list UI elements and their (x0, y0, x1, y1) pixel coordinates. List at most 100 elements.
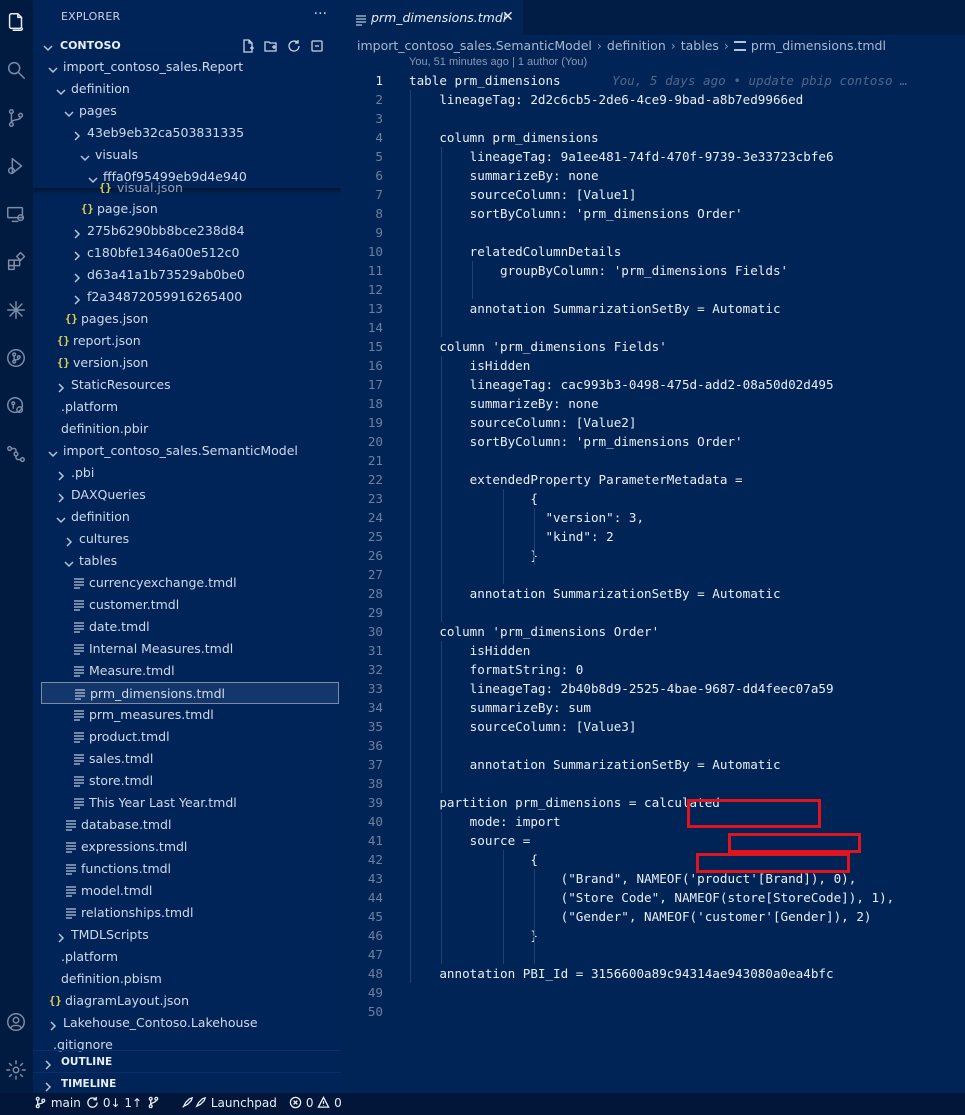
tree-folder-cultures[interactable]: cultures (33, 528, 341, 550)
tree-folder-lakehouse-contoso-lakehouse[interactable]: Lakehouse_Contoso.Lakehouse (33, 1012, 341, 1034)
tree-file-store-tmdl[interactable]: store.tmdl (33, 770, 341, 792)
tree-folder-import-contoso-sales-semanticmodel[interactable]: import_contoso_sales.SemanticModel (33, 440, 341, 462)
more-actions-icon[interactable]: ··· (314, 6, 327, 22)
tree-folder-fffa0f95499eb9d4e940[interactable]: fffa0f95499eb9d4e940 (33, 166, 341, 188)
copilot-icon[interactable] (4, 298, 28, 322)
tree-file-platform[interactable]: .platform (33, 396, 341, 418)
tree-file-customer-tmdl[interactable]: customer.tmdl (33, 594, 341, 616)
tree-item-label: tables (79, 553, 118, 568)
refresh-icon[interactable] (287, 38, 301, 52)
tree-item-label: visuals (95, 147, 138, 162)
tree-folder-daxqueries[interactable]: DAXQueries (33, 484, 341, 506)
tree-file-date-tmdl[interactable]: date.tmdl (33, 616, 341, 638)
tree-folder-definition[interactable]: definition (33, 506, 341, 528)
search-icon[interactable] (4, 58, 28, 82)
tree-file-product-tmdl[interactable]: product.tmdl (33, 726, 341, 748)
tree-file-database-tmdl[interactable]: database.tmdl (33, 814, 341, 836)
new-folder-icon[interactable] (264, 38, 278, 52)
code-line: 42 { (341, 850, 965, 869)
codelens-authors[interactable]: You, 51 minutes ago | 1 author (You) (409, 56, 587, 68)
tab-prm-dimensions[interactable]: prm_dimensions.tmdl ✕ (341, 0, 523, 35)
workspace-section-header[interactable]: CONTOSO (33, 34, 341, 56)
tree-file-version-json[interactable]: {} version.json (33, 352, 341, 374)
tree-file-internal-measures-tmdl[interactable]: Internal Measures.tmdl (33, 638, 341, 660)
tree-folder-staticresources[interactable]: StaticResources (33, 374, 341, 396)
new-file-icon[interactable] (241, 38, 255, 53)
sync-icon (87, 1096, 98, 1108)
code-text: partition prm_dimensions = calculated (409, 795, 720, 810)
tree-folder-import-contoso-sales-report[interactable]: import_contoso_sales.Report (33, 56, 341, 78)
tree-folder-f2a34872059916265400[interactable]: f2a34872059916265400 (33, 286, 341, 308)
breadcrumb-item[interactable]: definition (607, 38, 666, 53)
code-text: sourceColumn: [Value3] (409, 719, 637, 734)
extensions-icon[interactable] (4, 250, 28, 274)
tree-file-currencyexchange-tmdl[interactable]: currencyexchange.tmdl (33, 572, 341, 594)
chevron-down-icon (87, 171, 99, 184)
tree-file-report-json[interactable]: {} report.json (33, 330, 341, 352)
sync-status[interactable]: 0↓ 1↑ (86, 1096, 142, 1110)
tree-file-prm-measures-tmdl[interactable]: prm_measures.tmdl (33, 704, 341, 726)
close-icon[interactable]: ✕ (502, 9, 514, 25)
tree-folder-pbi[interactable]: .pbi (33, 462, 341, 484)
json-file-icon: {} (81, 203, 94, 215)
gitlens-icon[interactable] (4, 394, 28, 418)
breadcrumb-item[interactable]: tables (681, 38, 719, 53)
tree-folder-pages[interactable]: pages (33, 100, 341, 122)
source-control-icon[interactable] (4, 106, 28, 130)
tree-file-this-year-last-year-tmdl[interactable]: This Year Last Year.tmdl (33, 792, 341, 814)
tree-file-expressions-tmdl[interactable]: expressions.tmdl (33, 836, 341, 858)
tree-folder-visuals[interactable]: visuals (33, 144, 341, 166)
code-line: 18 summarizeBy: none (341, 394, 965, 413)
tree-folder-definition[interactable]: definition (33, 78, 341, 100)
tree-file-measure-tmdl[interactable]: Measure.tmdl (33, 660, 341, 682)
tree-folder-d63a41a1b73529ab0be0[interactable]: d63a41a1b73529ab0be0 (33, 264, 341, 286)
tree-file-pages-json[interactable]: {} pages.json (33, 308, 341, 330)
tree-file-model-tmdl[interactable]: model.tmdl (33, 880, 341, 902)
line-number: 21 (367, 453, 383, 468)
code-line: 26 } (341, 546, 965, 565)
line-number: 33 (367, 681, 383, 696)
outline-section[interactable]: OUTLINE (33, 1050, 341, 1073)
branch-icon (35, 1096, 46, 1109)
problems-status[interactable]: 0 0 (289, 1095, 342, 1110)
warning-count: 0 (334, 1096, 342, 1110)
timeline-section[interactable]: TIMELINE (33, 1072, 341, 1093)
tree-folder-275b6290bb8bce238d84[interactable]: 275b6290bb8bce238d84 (33, 220, 341, 242)
git-graph-icon[interactable] (4, 346, 28, 370)
tree-folder-43eb9eb32ca503831335[interactable]: 43eb9eb32ca503831335 (33, 122, 341, 144)
code-line: 17 lineageTag: cac993b3-0498-475d-add2-0… (341, 375, 965, 394)
tree-file-functions-tmdl[interactable]: functions.tmdl (33, 858, 341, 880)
tree-file-definition-pbism[interactable]: definition.pbism (33, 968, 341, 990)
breadcrumb-item[interactable]: import_contoso_sales.SemanticModel (357, 38, 592, 53)
tree-file-diagramlayout-json[interactable]: {} diagramLayout.json (33, 990, 341, 1012)
remote-explorer-icon[interactable] (4, 202, 28, 226)
account-icon[interactable] (4, 1010, 28, 1034)
run-debug-icon[interactable] (4, 154, 28, 178)
tree-file-prm-dimensions-tmdl[interactable]: prm_dimensions.tmdl (41, 682, 339, 704)
tree-file-page-json[interactable]: {} page.json (33, 198, 341, 220)
branch-status[interactable]: main (34, 1096, 81, 1110)
tree-file-platform[interactable]: .platform (33, 946, 341, 968)
tree-file-relationships-tmdl[interactable]: relationships.tmdl (33, 902, 341, 924)
manage-gear-icon[interactable] (4, 1058, 28, 1082)
collapse-all-icon[interactable] (310, 38, 324, 52)
explorer-icon[interactable] (4, 10, 28, 34)
tree-folder-tables[interactable]: tables (33, 550, 341, 572)
code-line: 2 lineageTag: 2d2c6cb5-2de6-4ce9-9bad-a8… (341, 90, 965, 109)
highlight-box (696, 853, 850, 873)
code-text: sortByColumn: 'prm_dimensions Order' (409, 206, 743, 221)
tree-file-sales-tmdl[interactable]: sales.tmdl (33, 748, 341, 770)
tree-item-label: sales.tmdl (89, 751, 154, 766)
chevron-right-icon (47, 1017, 59, 1031)
chevron-right-icon (71, 291, 83, 305)
tree-file-definition-pbir[interactable]: definition.pbir (33, 418, 341, 440)
code-line: 40 mode: import (341, 812, 965, 831)
launchpad-status[interactable]: Launchpad (181, 1096, 277, 1110)
timeline-graph-icon[interactable] (4, 442, 28, 466)
line-number: 26 (367, 548, 383, 563)
tree-folder-c180bfe1346a00e512c0[interactable]: c180bfe1346a00e512c0 (33, 242, 341, 264)
gitgraph-status-icon[interactable] (147, 1096, 160, 1110)
breadcrumb-item[interactable]: prm_dimensions.tmdl (751, 38, 886, 53)
tree-folder-tmdlscripts[interactable]: TMDLScripts (33, 924, 341, 946)
line-number: 8 (375, 206, 383, 221)
